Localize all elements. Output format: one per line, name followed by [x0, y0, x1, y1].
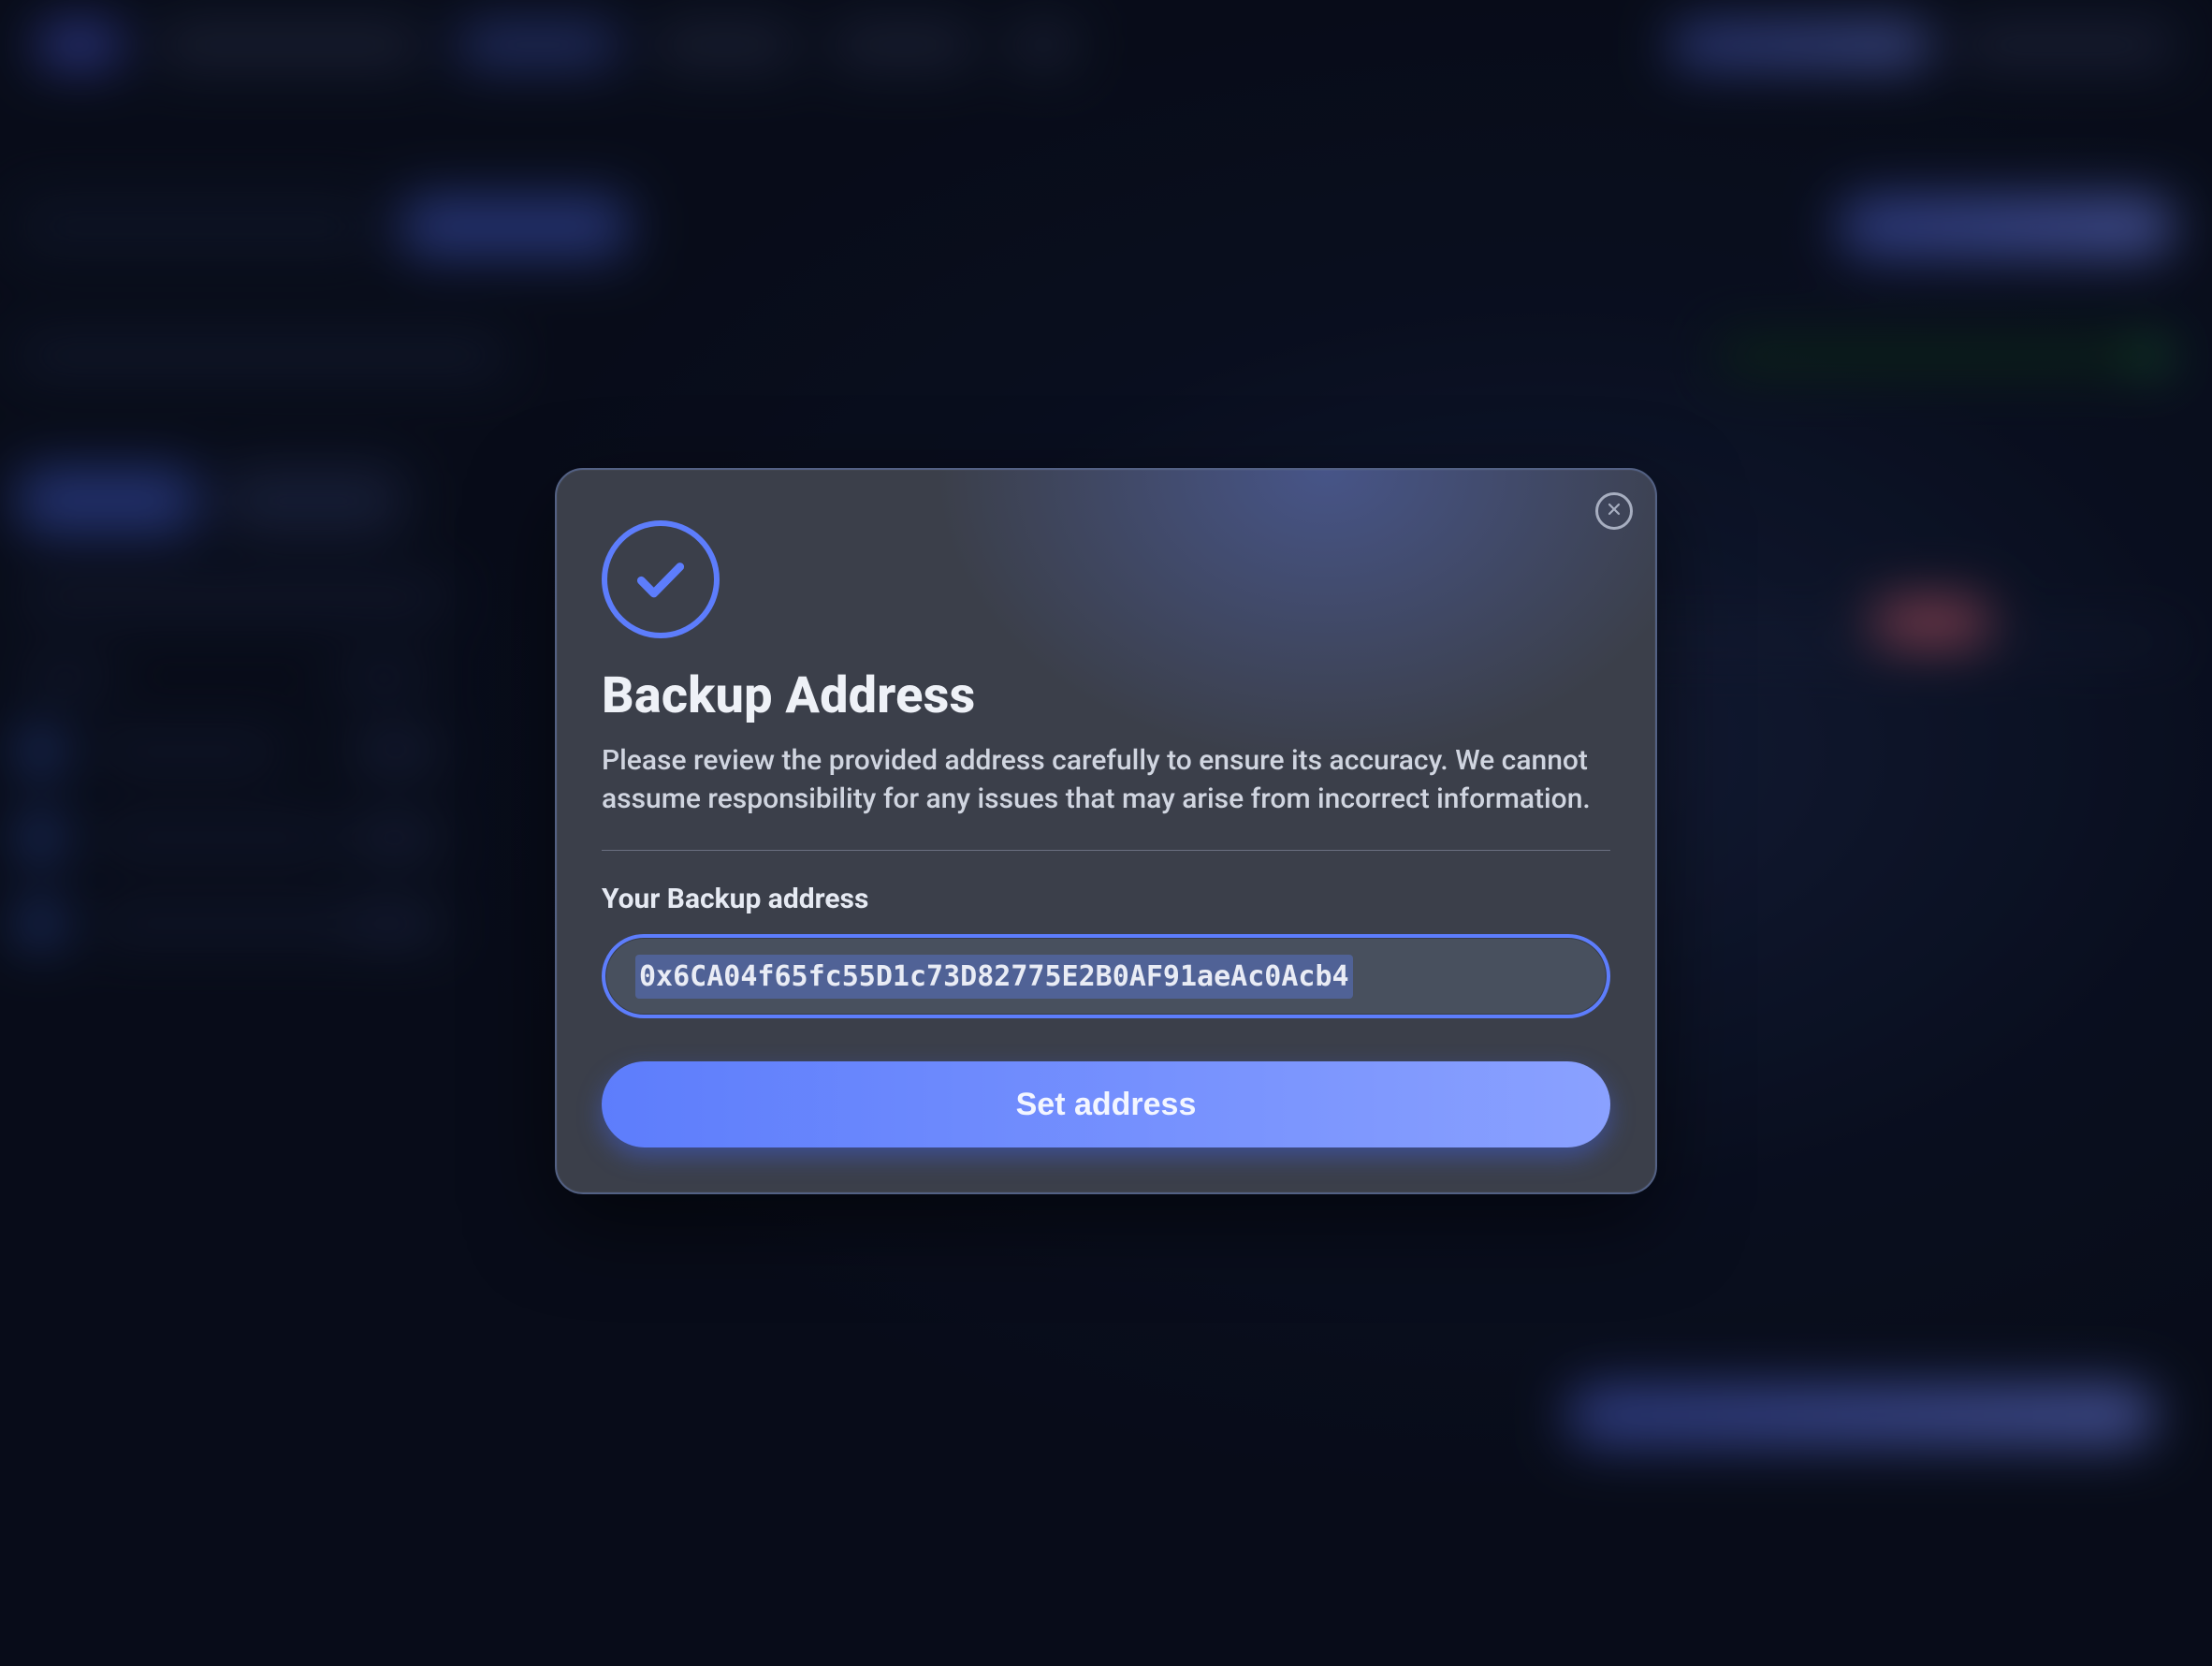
backup-address-modal: Backup Address Please review the provide… — [555, 468, 1657, 1194]
backup-address-value: 0x6CA04f65fc55D1c73D82775E2B0AF91aeAc0Ac… — [635, 955, 1353, 999]
close-button[interactable] — [1595, 492, 1633, 530]
check-circle-icon — [602, 520, 720, 638]
backup-address-label: Your Backup address — [602, 883, 1610, 915]
backup-address-field[interactable]: 0x6CA04f65fc55D1c73D82775E2B0AF91aeAc0Ac… — [602, 934, 1610, 1018]
modal-description: Please review the provided address caref… — [602, 742, 1610, 818]
modal-overlay: Backup Address Please review the provide… — [0, 0, 2212, 1666]
modal-title: Backup Address — [602, 666, 1610, 725]
close-icon — [1607, 502, 1622, 520]
set-address-button[interactable]: Set address — [602, 1061, 1610, 1147]
divider — [602, 850, 1610, 851]
